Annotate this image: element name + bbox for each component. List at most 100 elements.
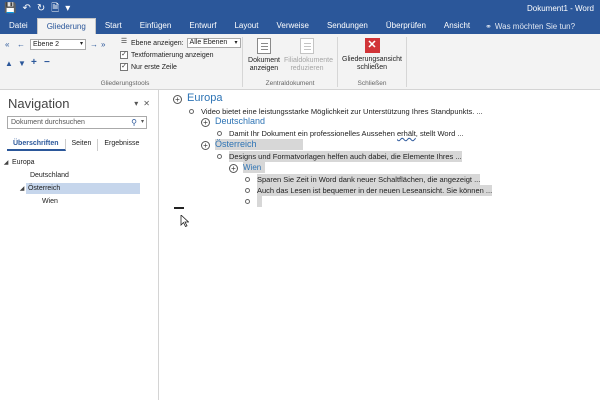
text-format-label: Textformatierung anzeigen [131,51,214,59]
chevron-down-icon[interactable]: ▾ [141,117,144,128]
close-icon: ✕ [364,38,380,53]
undo-icon[interactable]: ↶ [22,2,30,16]
text-format-checkbox[interactable]: ✓ [120,51,128,59]
tab-ueberpruefen[interactable]: Überprüfen [377,18,435,34]
expanded-caret-icon[interactable]: ◢ [18,183,26,196]
end-of-document-mark [174,207,184,209]
customize-icon[interactable]: ▾ [65,2,70,16]
outline-body-text[interactable]: Auch das Lesen ist bequemer in der neuen… [257,185,493,196]
outline-level-select[interactable]: Ebene 2 ▾ [30,39,86,50]
lightbulb-icon: ⚭ [485,22,492,31]
group-separator [242,37,243,87]
tab-datei[interactable]: Datei [0,18,37,34]
close-outline-view-label: Gliederungsansicht schließen [342,56,402,71]
outline-body-text[interactable]: Sparen Sie Zeit in Word dank neuer Schal… [257,174,481,185]
show-level-icon: ☰ [120,38,128,45]
show-document-button[interactable]: Dokument anzeigen [245,38,283,73]
tab-gliederung[interactable]: Gliederung [36,18,96,34]
group-outline-tools-label: Gliederungstools [100,80,150,87]
outline-heading1-europa[interactable]: Europa [187,93,222,104]
nav-tab-headings[interactable]: Überschriften [7,139,66,151]
title-bar: 💾 ↶ ↻ 🗎 ▾ Dokument1 - Word [0,0,600,18]
navigation-search-input[interactable]: Dokument durchsuchen ⚲ ▾ [7,116,147,129]
body-text-dot-icon[interactable] [245,188,250,193]
mouse-cursor-icon [180,215,189,227]
document-icon [257,38,271,54]
nav-tab-results[interactable]: Ergebnisse [98,139,145,151]
search-icon[interactable]: ⚲ [131,117,137,128]
document-outline[interactable]: + Europa Video bietet eine leistungsstar… [160,90,600,400]
tell-me-placeholder: Was möchten Sie tun? [494,22,576,31]
body-text-dot-icon[interactable] [245,177,250,182]
redo-icon[interactable]: ↻ [37,2,45,16]
group-close-label: Schließen [357,80,387,87]
tab-entwurf[interactable]: Entwurf [180,18,225,34]
chevron-down-icon: ▾ [79,41,83,47]
move-down-icon[interactable]: ▼ [18,59,26,68]
outline-heading2-deutschland[interactable]: Deutschland [215,116,265,127]
print-preview-icon[interactable]: 🗎 [51,2,59,16]
show-level-label: Ebene anzeigen: [131,39,184,47]
collapse-subdocuments-button[interactable]: Filialdokumente reduzieren [284,38,334,73]
outline-heading3-wien[interactable]: Wien [243,162,266,173]
group-separator [337,37,338,87]
show-level-value: Alle Ebenen [189,39,228,46]
chevron-down-icon: ▾ [234,40,238,46]
tree-item-europa[interactable]: ◢ Europa [0,156,158,169]
navigation-tabs: Überschriften Seiten Ergebnisse [7,139,145,151]
collapse-subdocuments-label: Filialdokumente reduzieren [284,57,334,72]
promote-to-heading1-icon[interactable]: « [5,40,9,49]
nav-tab-pages[interactable]: Seiten [66,139,99,151]
heading-tree: ◢ Europa Deutschland ◢ Österreich Wien [0,156,158,208]
subdocument-icon [300,38,314,54]
ribbon: « ← Ebene 2 ▾ → » ▲ ▼ + − ☰ Ebene anzeig… [0,34,600,90]
collapse-icon[interactable]: − [44,58,50,68]
first-line-row: ✓ Nur erste Zeile [120,63,177,71]
tree-item-wien[interactable]: Wien [0,195,158,208]
close-outline-view-button[interactable]: ✕ Gliederungsansicht schließen [340,38,404,72]
demote-to-body-icon[interactable]: » [101,40,105,49]
tree-item-deutschland[interactable]: Deutschland [0,169,158,182]
outline-empty-body-line[interactable] [257,196,262,207]
body-text-dot-icon[interactable] [217,154,222,159]
group-master-document-label: Zentraldokument [265,80,315,87]
first-line-checkbox[interactable]: ✓ [120,63,128,71]
navigation-pane: Navigation ▾ ✕ Dokument durchsuchen ⚲ ▾ … [0,90,159,400]
body-text-dot-icon[interactable] [217,131,222,136]
tab-start[interactable]: Start [96,18,131,34]
close-icon[interactable]: ✕ [143,99,150,108]
first-line-label: Nur erste Zeile [131,63,177,71]
promote-icon[interactable]: ← [17,40,25,49]
navigation-controls: ▾ ✕ [134,99,150,108]
document-title: Dokument1 - Word [527,4,594,13]
move-up-icon[interactable]: ▲ [5,59,13,68]
expand-icon[interactable]: + [31,58,37,68]
tab-layout[interactable]: Layout [225,18,267,34]
demote-icon[interactable]: → [90,40,98,49]
pane-options-icon[interactable]: ▾ [134,99,138,108]
ribbon-tabs: Datei Gliederung Start Einfügen Entwurf … [0,18,600,34]
quick-access-toolbar: 💾 ↶ ↻ 🗎 ▾ [4,2,70,16]
show-level-select[interactable]: Alle Ebenen ▾ [186,38,241,48]
show-document-label: Dokument anzeigen [248,57,280,72]
tab-verweise[interactable]: Verweise [267,18,317,34]
tab-ansicht[interactable]: Ansicht [435,18,479,34]
expand-plus-icon[interactable]: + [229,164,238,173]
navigation-search-placeholder: Dokument durchsuchen [11,119,85,126]
expand-plus-icon[interactable]: + [201,141,210,150]
outline-heading2-oesterreich[interactable]: Österreich [215,139,303,150]
expand-plus-icon[interactable]: + [201,118,210,127]
outline-body-text[interactable]: Designs und Formatvorlagen helfen auch d… [229,151,462,162]
tab-einfuegen[interactable]: Einfügen [131,18,181,34]
expand-plus-icon[interactable]: + [173,95,182,104]
group-separator [406,37,407,87]
outline-body-text[interactable]: Damit Ihr Dokument ein professionelles A… [229,128,464,139]
save-icon[interactable]: 💾 [4,2,16,16]
body-text-dot-icon[interactable] [189,109,194,114]
tab-sendungen[interactable]: Sendungen [318,18,377,34]
tell-me-box[interactable]: ⚭ Was möchten Sie tun? [485,19,575,34]
tree-item-oesterreich[interactable]: ◢ Österreich [0,182,158,195]
spelling-squiggle-word: erhält [397,129,416,138]
expanded-caret-icon[interactable]: ◢ [2,157,10,170]
body-text-dot-icon[interactable] [245,199,250,204]
